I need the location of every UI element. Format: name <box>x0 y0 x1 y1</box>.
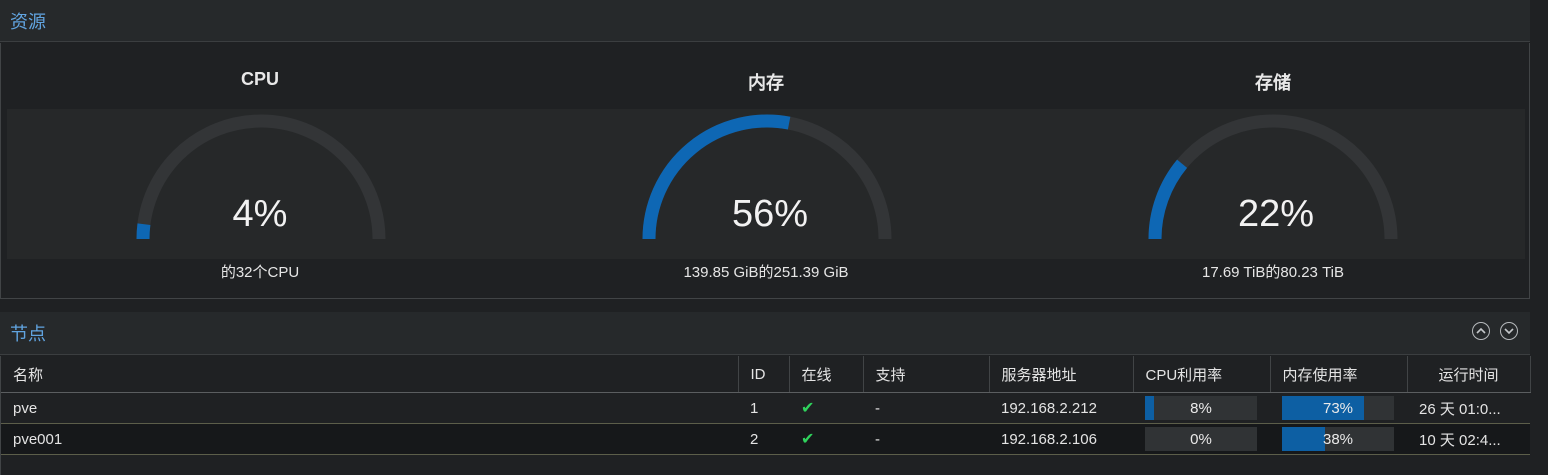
node-address: 192.168.2.212 <box>989 392 1133 424</box>
resources-title: 资源 <box>10 12 46 32</box>
memory-usage-bar: 38% <box>1282 427 1394 451</box>
node-support: - <box>863 423 989 455</box>
memory-gauge-subtitle: 139.85 GiB的251.39 GiB <box>683 264 849 281</box>
cpu-gauge-title: CPU <box>240 69 279 89</box>
col-header-support[interactable]: 支持 <box>863 356 990 393</box>
memory-usage-cell: 38% <box>1270 423 1407 455</box>
col-header-name[interactable]: 名称 <box>1 356 739 393</box>
col-header-id[interactable]: ID <box>738 356 790 393</box>
node-address: 192.168.2.106 <box>989 423 1133 455</box>
table-row[interactable]: pve 1 ✔ - 192.168.2.212 8% 73% 26 天 01:0… <box>1 392 1530 424</box>
col-header-online[interactable]: 在线 <box>789 356 864 393</box>
cpu-usage-cell: 8% <box>1133 392 1270 424</box>
resources-body: CPU 4% 的32个CPU 内存 56% 139.85 GiB的251.39 … <box>0 43 1530 299</box>
memory-gauge-title: 内存 <box>748 73 784 93</box>
storage-gauge-subtitle: 17.69 TiB的80.23 TiB <box>1201 264 1345 281</box>
cpu-usage-text: 8% <box>1190 400 1212 417</box>
node-id: 1 <box>738 392 789 424</box>
cpu-usage-cell: 0% <box>1133 423 1270 455</box>
memory-usage-cell: 73% <box>1270 392 1407 424</box>
nodes-grid: 名称 ID 在线 支持 服务器地址 CPU利用率 内存使用率 运行时间 pve … <box>0 356 1531 475</box>
node-uptime: 26 天 01:0... <box>1407 392 1530 424</box>
memory-usage-text: 38% <box>1322 431 1354 448</box>
resources-header: 资源 <box>0 0 1530 42</box>
cpu-usage-bar: 0% <box>1145 427 1257 451</box>
node-support: - <box>863 392 989 424</box>
col-header-address[interactable]: 服务器地址 <box>989 356 1134 393</box>
cpu-usage-text: 0% <box>1190 431 1212 448</box>
nodes-header: 节点 <box>0 312 1530 355</box>
node-id: 2 <box>738 423 789 455</box>
cpu-gauge-value: 4% <box>232 193 288 235</box>
cpu-usage-bar: 8% <box>1145 396 1257 420</box>
cpu-gauge-subtitle: 的32个CPU <box>220 264 300 281</box>
table-row[interactable]: pve001 2 ✔ - 192.168.2.106 0% 38% 10 天 0… <box>1 423 1530 455</box>
memory-usage-bar: 73% <box>1282 396 1394 420</box>
node-name: pve001 <box>1 423 738 455</box>
grid-header-row: 名称 ID 在线 支持 服务器地址 CPU利用率 内存使用率 运行时间 <box>1 356 1531 393</box>
col-header-cpu[interactable]: CPU利用率 <box>1133 356 1271 393</box>
nodes-title: 节点 <box>10 324 46 344</box>
online-check-icon: ✔ <box>789 423 863 455</box>
storage-gauge-title: 存储 <box>1255 73 1291 93</box>
node-name: pve <box>1 392 738 424</box>
storage-gauge-value: 22% <box>1237 193 1315 235</box>
expand-down-icon[interactable] <box>1500 322 1518 340</box>
memory-usage-text: 73% <box>1322 400 1354 417</box>
online-check-icon: ✔ <box>789 392 863 424</box>
collapse-up-icon[interactable] <box>1472 322 1490 340</box>
col-header-memory[interactable]: 内存使用率 <box>1270 356 1408 393</box>
col-header-uptime[interactable]: 运行时间 <box>1407 356 1531 393</box>
node-uptime: 10 天 02:4... <box>1407 423 1530 455</box>
memory-gauge-value: 56% <box>731 193 809 235</box>
